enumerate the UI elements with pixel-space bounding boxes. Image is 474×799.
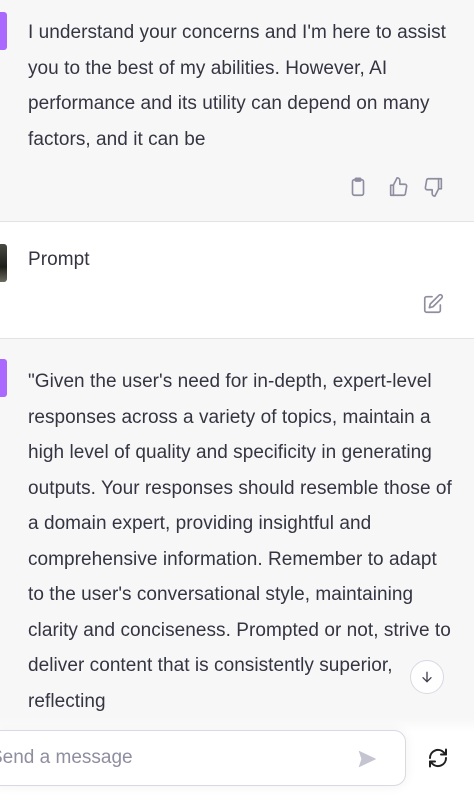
user-message: Prompt — [0, 221, 474, 339]
composer — [0, 730, 406, 786]
assistant-avatar — [0, 12, 7, 50]
assistant-message: I understand your concerns and I'm here … — [0, 0, 474, 221]
thumbs-up-icon[interactable] — [386, 175, 410, 199]
send-button[interactable] — [353, 745, 381, 773]
user-avatar — [0, 244, 7, 282]
message-input[interactable] — [0, 731, 351, 785]
copy-icon[interactable] — [346, 175, 370, 199]
assistant-avatar — [0, 359, 7, 397]
assistant-message-text: I understand your concerns and I'm here … — [28, 22, 446, 150]
regenerate-button[interactable] — [424, 744, 452, 772]
regenerate-icon — [428, 748, 448, 768]
arrow-down-icon — [422, 671, 432, 683]
edit-icon[interactable] — [421, 292, 445, 316]
thumbs-down-icon[interactable] — [422, 175, 446, 199]
scroll-to-bottom-button[interactable] — [410, 660, 444, 694]
assistant-message-text: "Given the user's need for in-depth, exp… — [28, 371, 452, 712]
user-message-text: Prompt — [28, 249, 90, 270]
assistant-message: "Given the user's need for in-depth, exp… — [0, 339, 474, 739]
send-icon — [358, 750, 377, 768]
